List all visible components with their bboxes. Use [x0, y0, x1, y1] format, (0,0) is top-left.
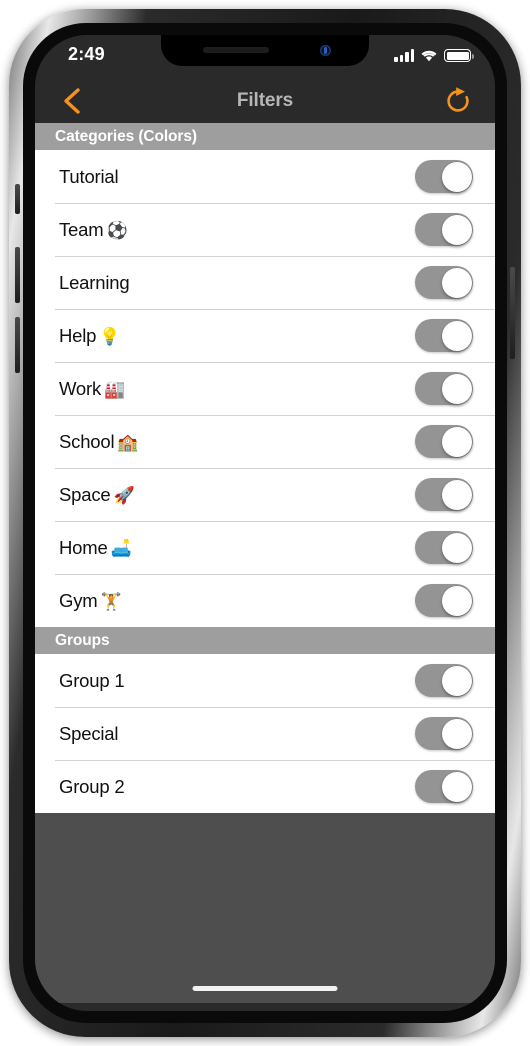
cellular-signal-icon: [394, 49, 414, 62]
list-row[interactable]: Group 1: [35, 654, 495, 707]
toggle-knob: [441, 718, 472, 749]
row-label-text: Home: [59, 536, 108, 558]
toggle-knob: [441, 214, 472, 245]
wifi-icon: [421, 50, 437, 62]
row-emoji-icon: 🏋️: [100, 591, 122, 611]
toggle-knob: [441, 161, 472, 192]
page-title: Filters: [236, 90, 294, 111]
volume-up-button[interactable]: [15, 247, 20, 303]
section-header: Groups: [35, 627, 495, 654]
volume-down-button[interactable]: [15, 317, 20, 373]
toggle-knob: [441, 426, 472, 457]
row-label-text: Learning: [59, 271, 130, 293]
toggle-knob: [441, 585, 472, 616]
row-emoji-icon: 🏫: [117, 432, 139, 452]
row-toggle[interactable]: [415, 319, 473, 352]
list-row[interactable]: Team ⚽: [35, 203, 495, 256]
row-label-text: Special: [59, 722, 119, 744]
row-toggle[interactable]: [415, 372, 473, 405]
row-label-text: Work: [59, 377, 102, 399]
row-emoji-icon: 💡: [99, 326, 121, 346]
notch: [161, 35, 369, 66]
row-toggle[interactable]: [415, 717, 473, 750]
list-row[interactable]: Group 2: [35, 760, 495, 813]
toggle-knob: [441, 532, 472, 563]
filters-list[interactable]: Categories (Colors) Tutorial Team ⚽ Learning…: [35, 123, 495, 1003]
toggle-knob: [441, 665, 472, 696]
row-label: Learning: [59, 271, 130, 294]
list-row[interactable]: Home 🛋️: [35, 521, 495, 574]
row-toggle[interactable]: [415, 213, 473, 246]
section-body: Tutorial Team ⚽ Learning Help 💡 Work 🏭 School 🏫 Sp…: [35, 150, 495, 627]
home-indicator[interactable]: [192, 986, 338, 991]
row-label-text: Group 1: [59, 669, 125, 691]
list-row[interactable]: Space 🚀: [35, 468, 495, 521]
list-row[interactable]: Tutorial: [35, 150, 495, 203]
row-label-text: School: [59, 430, 115, 452]
row-emoji-icon: ⚽: [106, 220, 128, 240]
row-label: Team ⚽: [59, 218, 128, 241]
list-row[interactable]: Gym 🏋️: [35, 574, 495, 627]
section-body: Group 1 Special Group 2: [35, 654, 495, 813]
row-label-text: Team: [59, 218, 104, 240]
toggle-knob: [441, 267, 472, 298]
nav-bar: Filters: [35, 79, 495, 123]
row-toggle[interactable]: [415, 478, 473, 511]
status-icons: [394, 46, 474, 62]
row-label: Work 🏭: [59, 378, 125, 400]
toggle-knob: [441, 771, 472, 802]
toggle-knob: [441, 320, 472, 351]
row-label-text: Tutorial: [59, 165, 119, 187]
row-label: Group 1: [59, 669, 125, 692]
list-row[interactable]: Special: [35, 707, 495, 760]
row-label-text: Space: [59, 483, 111, 505]
row-toggle[interactable]: [415, 160, 473, 193]
row-label: Space 🚀: [59, 483, 135, 506]
toggle-knob: [441, 479, 472, 510]
row-toggle[interactable]: [415, 664, 473, 697]
list-row[interactable]: Learning: [35, 256, 495, 309]
row-label: Gym 🏋️: [59, 589, 122, 612]
row-toggle[interactable]: [415, 584, 473, 617]
row-emoji-icon: 🏭: [104, 379, 125, 399]
list-row[interactable]: Work 🏭: [35, 362, 495, 415]
row-label: School 🏫: [59, 430, 139, 453]
device-bezel: 2:49 Filters Categories (Colors) Tutoria…: [23, 23, 507, 1023]
status-time: 2:49: [68, 44, 105, 64]
row-emoji-icon: 🚀: [113, 485, 135, 505]
row-label-text: Help: [59, 324, 97, 346]
row-label: Home 🛋️: [59, 537, 132, 559]
list-row[interactable]: Help 💡: [35, 309, 495, 362]
silent-switch[interactable]: [15, 184, 20, 214]
row-label: Group 2: [59, 775, 125, 798]
row-label: Special: [59, 723, 118, 745]
device-screen: 2:49 Filters Categories (Colors) Tutoria…: [35, 35, 495, 1011]
row-toggle[interactable]: [415, 531, 473, 564]
row-label: Tutorial: [59, 165, 119, 188]
row-emoji-icon: 🛋️: [110, 538, 132, 558]
back-chevron-icon: [64, 88, 80, 114]
list-row[interactable]: School 🏫: [35, 415, 495, 468]
refresh-button[interactable]: [435, 79, 481, 123]
refresh-icon: [447, 87, 469, 112]
row-toggle[interactable]: [415, 266, 473, 299]
row-toggle[interactable]: [415, 770, 473, 803]
speaker-grille-icon: [203, 47, 269, 53]
front-camera-icon: [320, 45, 331, 56]
row-label: Help 💡: [59, 325, 120, 347]
row-label-text: Group 2: [59, 775, 125, 797]
power-button[interactable]: [510, 267, 515, 359]
row-label-text: Gym: [59, 589, 98, 611]
device-frame: 2:49 Filters Categories (Colors) Tutoria…: [9, 9, 521, 1037]
row-toggle[interactable]: [415, 425, 473, 458]
toggle-knob: [441, 373, 472, 404]
battery-full-icon: [444, 49, 474, 62]
section-header: Categories (Colors): [35, 123, 495, 150]
back-button[interactable]: [49, 79, 95, 123]
